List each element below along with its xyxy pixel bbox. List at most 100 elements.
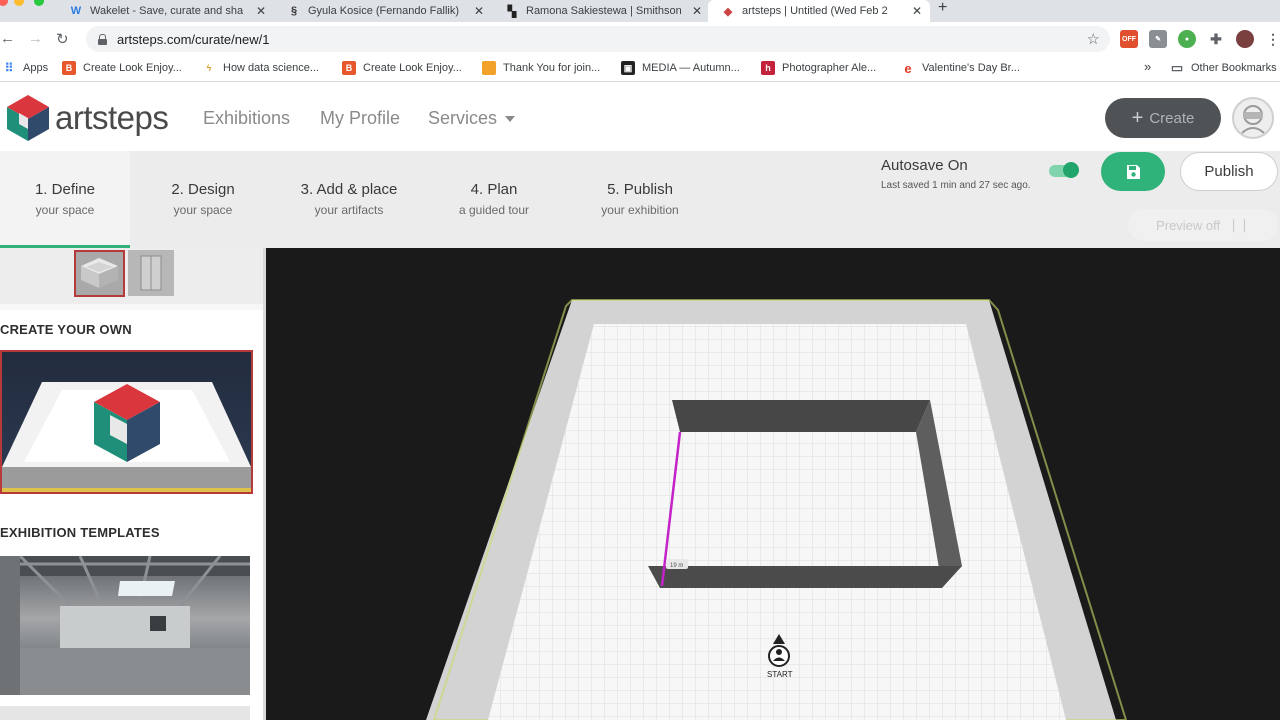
bookmark-label: Thank You for join... <box>503 62 601 74</box>
browser-tab-active[interactable]: ◆ artsteps | Untitled (Wed Feb 2 ✕ <box>708 0 930 22</box>
template-thumb-concrete-hall[interactable] <box>0 556 250 695</box>
bookmark-item[interactable]: ϟ How data science... <box>202 61 319 75</box>
wall-length-label: 19 m <box>670 563 683 569</box>
step-subtitle: your exhibition <box>601 203 679 217</box>
address-bar[interactable]: artsteps.com/curate/new/1 ☆ <box>86 26 1110 52</box>
chevron-down-icon <box>505 116 516 123</box>
bookmark-star-icon[interactable]: ☆ <box>1087 30 1100 48</box>
browser-tab[interactable]: W Wakelet - Save, curate and sha ✕ <box>56 0 274 22</box>
extension-green-icon[interactable]: ● <box>1178 30 1196 48</box>
reload-icon[interactable]: ↻ <box>56 30 69 48</box>
bookmark-item[interactable]: e Valentine's Day Br... <box>901 60 1020 76</box>
bookmarks-bar: ⠿ Apps B Create Look Enjoy... ϟ How data… <box>0 56 1280 82</box>
autosave-toggle[interactable] <box>1049 162 1079 178</box>
close-tab-icon[interactable]: ✕ <box>474 4 484 18</box>
user-avatar[interactable] <box>1232 97 1274 139</box>
room-tool-thumb[interactable] <box>74 250 125 297</box>
step-define[interactable]: 1. Define your space <box>0 151 130 248</box>
app-header: artsteps Exhibitions My Profile Services… <box>0 83 1280 151</box>
bookmark-item[interactable]: B Create Look Enjoy... <box>342 61 462 75</box>
step-subtitle: your space <box>173 203 233 217</box>
bookmark-label: Photographer Ale... <box>782 62 877 74</box>
apps-grid-icon: ⠿ <box>4 61 14 75</box>
step-plan[interactable]: 4. Plan a guided tour <box>429 181 559 217</box>
folder-icon: ▭ <box>1170 60 1184 75</box>
wall-bottom <box>648 566 962 588</box>
publish-button[interactable]: Publish <box>1180 152 1278 191</box>
close-tab-icon[interactable]: ✕ <box>256 4 266 18</box>
back-arrow-icon[interactable]: ← <box>0 30 15 47</box>
nav-services-label: Services <box>428 108 498 128</box>
bookmark-item[interactable]: B Create Look Enjoy... <box>62 61 182 75</box>
extensions-puzzle-icon[interactable]: ✚ <box>1207 30 1225 48</box>
bookmark-label: Valentine's Day Br... <box>922 62 1020 74</box>
door-tool-thumb[interactable] <box>128 250 174 296</box>
step-subtitle: your artifacts <box>314 203 384 217</box>
template-thumb-next[interactable] <box>0 706 250 720</box>
overflow-label: » <box>1144 59 1152 74</box>
tab-title: Wakelet - Save, curate and sha <box>90 5 244 17</box>
nav-services-dropdown[interactable]: Services <box>428 108 516 129</box>
other-bookmarks-folder[interactable]: ▭ Other Bookmarks <box>1170 60 1277 75</box>
site-favicon-icon: ▚ <box>507 5 517 18</box>
preview-toggle-button[interactable]: Preview off ❘❘ <box>1128 209 1278 241</box>
site-favicon-icon: § <box>290 5 298 17</box>
bookmark-favicon-icon: e <box>904 60 912 76</box>
step-add-place[interactable]: 3. Add & place your artifacts <box>284 181 414 217</box>
browser-toolbar: ← → ↻ artsteps.com/curate/new/1 ☆ <box>0 22 1280 56</box>
blogger-icon: B <box>62 61 76 75</box>
window-minimize-dot[interactable] <box>14 0 24 6</box>
wall-top <box>672 400 930 432</box>
artsteps-logo-icon[interactable] <box>5 93 51 143</box>
create-your-own-heading: CREATE YOUR OWN <box>0 322 132 337</box>
floor-plan-viewport[interactable]: 19 m START <box>266 248 1280 720</box>
nav-exhibitions[interactable]: Exhibitions <box>203 108 290 129</box>
blank-floor-preview <box>2 382 251 492</box>
bookmark-item[interactable]: h Photographer Ale... <box>761 61 876 75</box>
bookmark-apps[interactable]: ⠿ Apps <box>2 61 48 75</box>
close-tab-icon[interactable]: ✕ <box>692 4 702 18</box>
nav-my-profile[interactable]: My Profile <box>320 108 400 129</box>
create-your-own-card[interactable] <box>0 350 253 494</box>
create-button[interactable]: + Create <box>1105 98 1221 138</box>
new-tab-button[interactable]: + <box>938 0 947 16</box>
step-title: 4. Plan <box>470 181 518 198</box>
close-tab-icon[interactable]: ✕ <box>912 4 922 18</box>
url-text: artsteps.com/curate/new/1 <box>117 31 270 47</box>
last-saved-text: Last saved 1 min and 27 sec ago. <box>881 180 1031 191</box>
footsteps-icon: ❘❘ <box>1228 217 1250 232</box>
brand-name[interactable]: artsteps <box>55 99 169 137</box>
menu-kebab-icon[interactable]: ⋮ <box>1264 30 1280 48</box>
window-close-dot[interactable] <box>0 0 8 6</box>
step-design[interactable]: 2. Design your space <box>138 181 268 217</box>
window-zoom-dot[interactable] <box>34 0 44 6</box>
bookmark-favicon-icon: ▣ <box>621 61 635 75</box>
bookmark-label: Create Look Enjoy... <box>83 62 182 74</box>
floor-plan-canvas[interactable]: 19 m START <box>266 248 1280 720</box>
step-subtitle: a guided tour <box>458 203 530 217</box>
step-publish[interactable]: 5. Publish your exhibition <box>575 181 705 217</box>
browser-tab[interactable]: § Gyula Kosice (Fernando Fallik) ✕ <box>274 0 492 22</box>
bookmark-favicon-icon: h <box>761 61 775 75</box>
artsteps-favicon-icon: ◆ <box>723 5 733 18</box>
step-title: 5. Publish <box>607 181 673 198</box>
tab-title: Ramona Sakiestewa | Smithson <box>526 5 682 17</box>
create-label: Create <box>1149 109 1195 127</box>
start-label: START <box>767 670 793 679</box>
forward-arrow-icon[interactable]: → <box>28 30 43 47</box>
tab-title: Gyula Kosice (Fernando Fallik) <box>308 5 460 17</box>
bookmark-favicon-icon: ϟ <box>206 63 212 73</box>
extension-edit-icon[interactable]: ✎ <box>1149 30 1167 48</box>
tool-tabs <box>0 248 263 310</box>
bookmark-item[interactable]: Thank You for join... <box>482 61 600 75</box>
browser-tab[interactable]: ▚ Ramona Sakiestewa | Smithson ✕ <box>492 0 710 22</box>
extension-off-icon[interactable]: OFF <box>1120 30 1138 48</box>
bookmarks-overflow-button[interactable]: » <box>1144 59 1151 74</box>
exhibition-templates-heading: EXHIBITION TEMPLATES <box>0 525 160 540</box>
bookmark-favicon-icon <box>482 61 496 75</box>
bookmark-item[interactable]: ▣ MEDIA — Autumn... <box>621 61 740 75</box>
profile-avatar-icon[interactable] <box>1236 30 1254 48</box>
autosave-status: Autosave On Last saved 1 min and 27 sec … <box>881 157 1031 191</box>
save-button[interactable] <box>1101 152 1165 191</box>
bookmark-label: Other Bookmarks <box>1191 62 1277 74</box>
